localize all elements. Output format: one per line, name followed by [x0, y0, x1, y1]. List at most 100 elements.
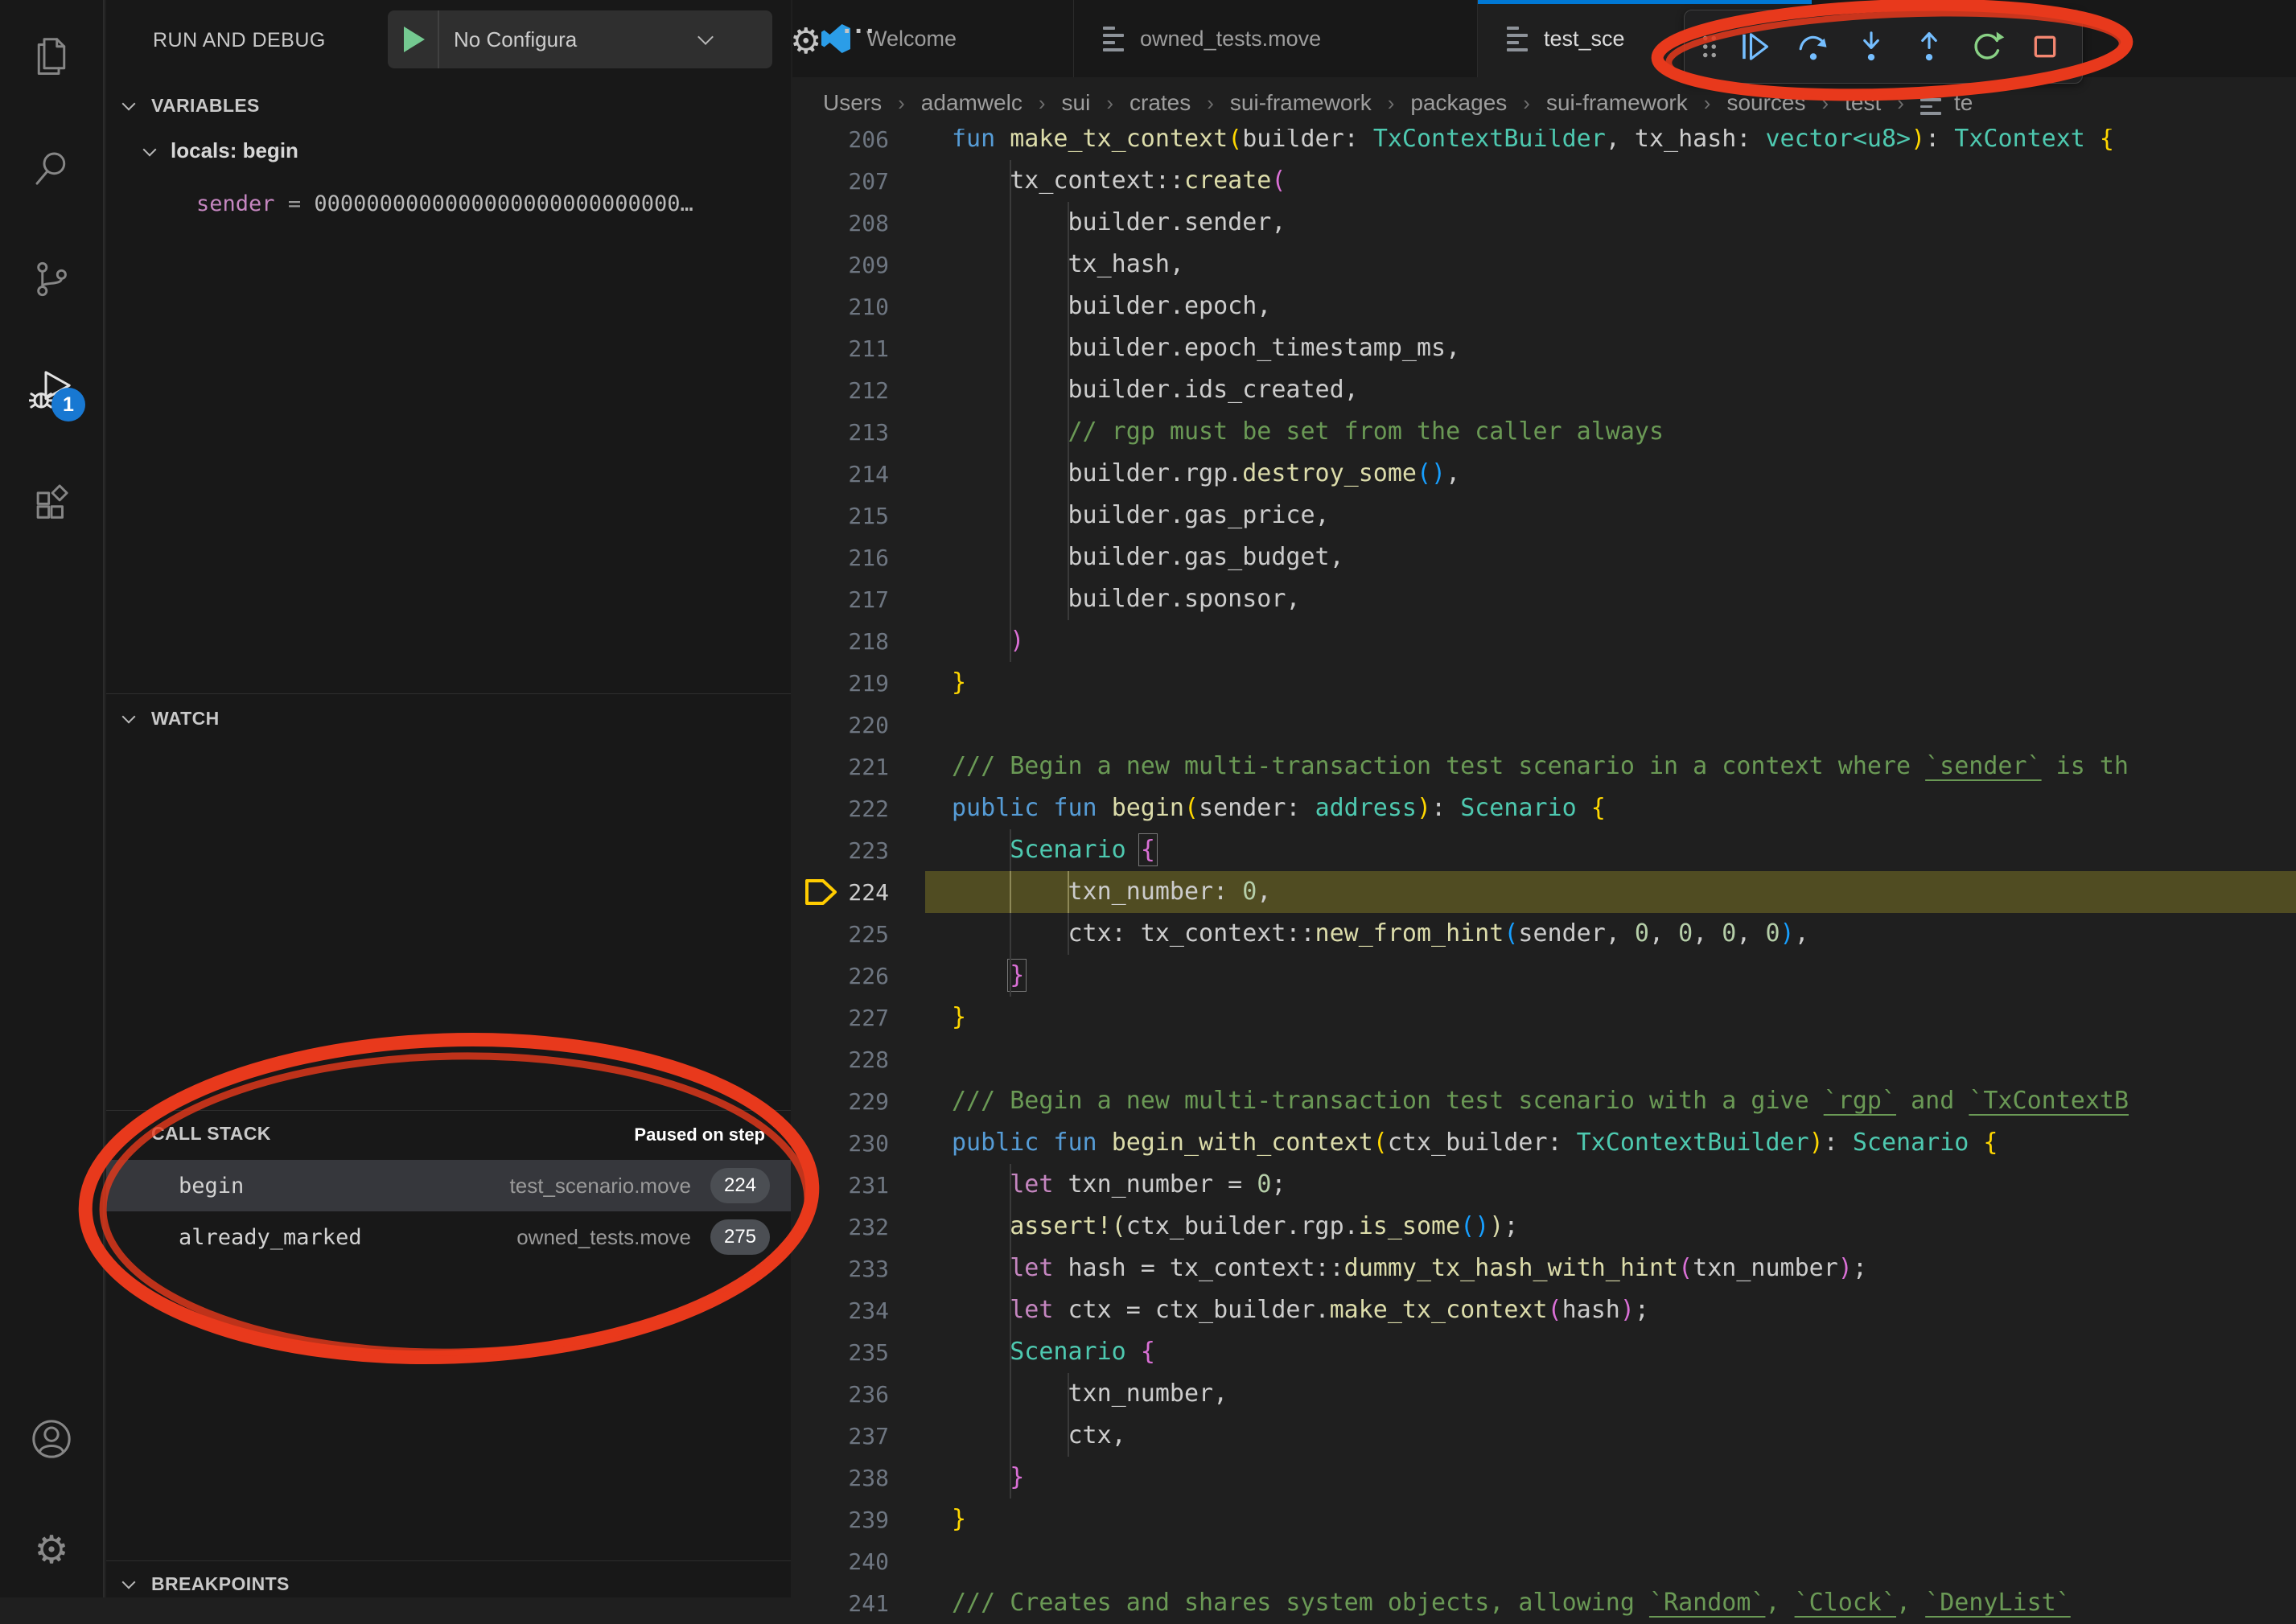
debug-settings-gear-icon[interactable]: ⚙: [790, 21, 821, 62]
gutter[interactable]: 220: [792, 704, 925, 746]
gutter[interactable]: 216: [792, 537, 925, 578]
run-and-debug-icon[interactable]: 1: [0, 346, 103, 434]
variables-scope-row[interactable]: locals: begin: [145, 138, 298, 163]
code-line-229[interactable]: 229/// Begin a new multi-transaction tes…: [792, 1080, 2296, 1122]
breadcrumb-item[interactable]: crates: [1129, 90, 1191, 116]
gutter[interactable]: 230: [792, 1122, 925, 1164]
breadcrumb-item[interactable]: sui-framework: [1546, 90, 1688, 116]
gutter[interactable]: 208: [792, 202, 925, 244]
restart-button[interactable]: [1958, 15, 2016, 78]
code-line-212[interactable]: 212 builder.ids_created,: [792, 369, 2296, 411]
step-over-button[interactable]: [1784, 15, 1842, 78]
code-line-225[interactable]: 225 ctx: tx_context::new_from_hint(sende…: [792, 913, 2296, 955]
code-line-235[interactable]: 235 Scenario {: [792, 1331, 2296, 1373]
breadcrumb-item[interactable]: sources: [1726, 90, 1805, 116]
gutter[interactable]: 240: [792, 1540, 925, 1582]
debug-config-control[interactable]: No Configura: [388, 10, 772, 68]
code-line-233[interactable]: 233 let hash = tx_context::dummy_tx_hash…: [792, 1248, 2296, 1289]
gutter[interactable]: 210: [792, 286, 925, 327]
gutter[interactable]: 221: [792, 746, 925, 787]
gutter[interactable]: 232: [792, 1206, 925, 1248]
code-line-239[interactable]: 239}: [792, 1499, 2296, 1540]
code-line-227[interactable]: 227}: [792, 997, 2296, 1038]
code-line-219[interactable]: 219}: [792, 662, 2296, 704]
gutter[interactable]: 228: [792, 1038, 925, 1080]
gutter[interactable]: 207: [792, 160, 925, 202]
code-line-209[interactable]: 209 tx_hash,: [792, 244, 2296, 286]
watch-section-header[interactable]: WATCH: [124, 708, 220, 730]
code-line-221[interactable]: 221/// Begin a new multi-transaction tes…: [792, 746, 2296, 787]
code-line-207[interactable]: 207 tx_context::create(: [792, 160, 2296, 202]
gutter[interactable]: 214: [792, 453, 925, 495]
call-stack-frame[interactable]: already_marked owned_tests.move 275: [106, 1211, 791, 1263]
drag-grip-handle[interactable]: [1693, 15, 1726, 78]
breadcrumb-item[interactable]: Users: [823, 90, 882, 116]
code-line-217[interactable]: 217 builder.sponsor,: [792, 578, 2296, 620]
code-line-241[interactable]: 241/// Creates and shares system objects…: [792, 1582, 2296, 1624]
gutter[interactable]: 217: [792, 578, 925, 620]
breadcrumb-item[interactable]: sui: [1062, 90, 1091, 116]
gutter[interactable]: 225: [792, 913, 925, 955]
start-debug-icon[interactable]: [404, 27, 425, 52]
code-line-234[interactable]: 234 let ctx = ctx_builder.make_tx_contex…: [792, 1289, 2296, 1331]
gutter[interactable]: 218: [792, 620, 925, 662]
breadcrumb-item[interactable]: packages: [1410, 90, 1507, 116]
call-stack-section-header[interactable]: CALL STACK: [124, 1123, 271, 1145]
gutter[interactable]: 213: [792, 411, 925, 453]
code-line-222[interactable]: 222public fun begin(sender: address): Sc…: [792, 787, 2296, 829]
code-line-223[interactable]: 223 Scenario {: [792, 829, 2296, 871]
call-stack-frame[interactable]: begin test_scenario.move 224: [106, 1160, 791, 1211]
gutter[interactable]: 215: [792, 495, 925, 537]
more-actions-icon[interactable]: ···: [843, 16, 878, 47]
code-editor[interactable]: 206fun make_tx_context(builder: TxContex…: [792, 118, 2296, 1624]
gutter[interactable]: 211: [792, 327, 925, 369]
gutter[interactable]: 237: [792, 1415, 925, 1457]
settings-gear-icon[interactable]: ⚙: [0, 1506, 103, 1594]
code-line-228[interactable]: 228: [792, 1038, 2296, 1080]
code-line-237[interactable]: 237 ctx,: [792, 1415, 2296, 1457]
gutter[interactable]: 222: [792, 787, 925, 829]
step-out-button[interactable]: [1900, 15, 1958, 78]
gutter[interactable]: 236: [792, 1373, 925, 1415]
gutter[interactable]: 238: [792, 1457, 925, 1499]
breadcrumb-item[interactable]: test: [1845, 90, 1881, 116]
explorer-icon[interactable]: [0, 11, 103, 100]
search-icon[interactable]: [0, 124, 103, 212]
source-control-icon[interactable]: [0, 235, 103, 323]
accounts-icon[interactable]: [0, 1395, 103, 1483]
code-line-240[interactable]: 240: [792, 1540, 2296, 1582]
gutter[interactable]: 234: [792, 1289, 925, 1331]
gutter[interactable]: 239: [792, 1499, 925, 1540]
gutter[interactable]: 241: [792, 1582, 925, 1624]
gutter[interactable]: 235: [792, 1331, 925, 1373]
breadcrumb-item[interactable]: sui-framework: [1230, 90, 1372, 116]
code-line-216[interactable]: 216 builder.gas_budget,: [792, 537, 2296, 578]
breadcrumb-file[interactable]: te: [1954, 90, 1973, 116]
breakpoints-section-header[interactable]: BREAKPOINTS: [124, 1573, 290, 1595]
gutter[interactable]: 209: [792, 244, 925, 286]
code-line-211[interactable]: 211 builder.epoch_timestamp_ms,: [792, 327, 2296, 369]
variable-row[interactable]: sender = 0000000000000000000000000000…: [196, 191, 693, 216]
variables-section-header[interactable]: VARIABLES: [124, 95, 260, 117]
code-line-236[interactable]: 236 txn_number,: [792, 1373, 2296, 1415]
gutter[interactable]: 223: [792, 829, 925, 871]
stop-button[interactable]: [2016, 15, 2074, 78]
code-line-220[interactable]: 220: [792, 704, 2296, 746]
gutter[interactable]: 233: [792, 1248, 925, 1289]
code-line-213[interactable]: 213 // rgp must be set from the caller a…: [792, 411, 2296, 453]
code-line-238[interactable]: 238 }: [792, 1457, 2296, 1499]
code-line-215[interactable]: 215 builder.gas_price,: [792, 495, 2296, 537]
continue-button[interactable]: [1726, 15, 1784, 78]
gutter[interactable]: 212: [792, 369, 925, 411]
step-into-button[interactable]: [1842, 15, 1900, 78]
gutter[interactable]: 227: [792, 997, 925, 1038]
code-line-232[interactable]: 232 assert!(ctx_builder.rgp.is_some());: [792, 1206, 2296, 1248]
code-line-218[interactable]: 218 ): [792, 620, 2296, 662]
code-line-230[interactable]: 230public fun begin_with_context(ctx_bui…: [792, 1122, 2296, 1164]
extensions-icon[interactable]: [0, 457, 103, 545]
gutter[interactable]: 224: [792, 871, 925, 913]
debug-config-select[interactable]: No Configura: [454, 27, 711, 52]
gutter[interactable]: 231: [792, 1164, 925, 1206]
gutter[interactable]: 226: [792, 955, 925, 997]
code-line-214[interactable]: 214 builder.rgp.destroy_some(),: [792, 453, 2296, 495]
